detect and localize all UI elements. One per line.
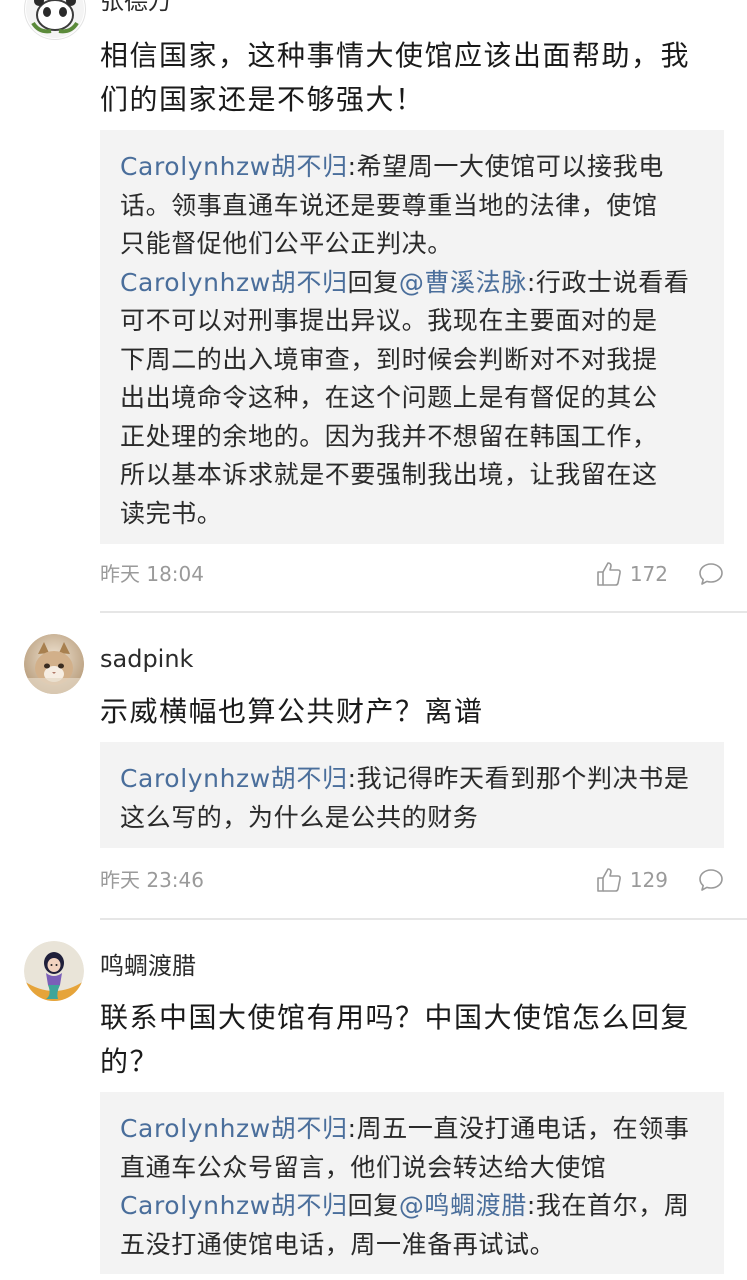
comment-text: 相信国家，这种事情大使馆应该出面帮助，我 们的国家还是不够强大！ xyxy=(100,34,720,122)
reply-prefix: 回复 xyxy=(347,1191,399,1220)
timestamp: 昨天 18:04 xyxy=(100,562,204,586)
reply-line: 正处理的余地的。因为我并不想留在韩国工作， xyxy=(120,421,658,451)
reply-username[interactable]: Carolynhzw胡不归 xyxy=(120,152,348,181)
speech-bubble-icon[interactable] xyxy=(698,867,724,893)
comment-text-line: 相信国家，这种事情大使馆应该出面帮助，我 xyxy=(100,39,691,72)
speech-bubble-icon[interactable] xyxy=(698,561,724,587)
reply-text: :我在首尔，周 xyxy=(526,1191,690,1220)
reply-line: 所以基本诉求就是不要强制我出境，让我留在这 xyxy=(120,460,658,489)
reply-line: 读完书。 xyxy=(120,498,223,528)
thumbs-up-icon xyxy=(597,868,621,892)
reply-line: 这么写的，为什么是公共的财务 xyxy=(120,802,479,832)
reply-line: Carolynhzw胡不归:希望周一大使馆可以接我电 xyxy=(120,148,708,187)
reply-username[interactable]: Carolynhzw胡不归 xyxy=(120,268,348,297)
reply-text: :周五一直没打通电话，在领事 xyxy=(347,1114,690,1143)
reply-line: 话。领事直通车说还是要尊重当地的法律，使馆 xyxy=(120,190,658,220)
reply-line: 五没打通使馆电话，周一准备再试试。 xyxy=(120,1229,556,1259)
divider xyxy=(100,611,747,613)
reply-text: :希望周一大使馆可以接我电 xyxy=(347,152,664,181)
reply-line: 直通车公众号留言，他们说会转达给大使馆 xyxy=(120,1152,607,1182)
reply-line: Carolynhzw胡不归:周五一直没打通电话，在领事 xyxy=(120,1110,708,1149)
comment-text-line: 联系中国大使馆有用吗？中国大使馆怎么回复 xyxy=(100,1001,691,1034)
reply-text: :行政士说看看 xyxy=(526,267,690,297)
avatar[interactable] xyxy=(24,634,84,694)
avatar[interactable] xyxy=(24,941,84,1001)
reply-text: :我记得昨天看到那个判决书是 xyxy=(347,764,690,793)
avatar[interactable] xyxy=(24,0,86,40)
reply-line: 可不可以对刑事提出异议。我现在主要面对的是 xyxy=(120,306,658,335)
divider xyxy=(100,918,747,920)
comment-text-line: 的？ xyxy=(100,1045,160,1078)
timestamp: 昨天 23:46 xyxy=(100,868,204,892)
reply-box[interactable]: Carolynhzw胡不归:我记得昨天看到那个判决书是 这么写的，为什么是公共的… xyxy=(100,742,724,848)
reply-prefix: 回复 xyxy=(347,267,399,297)
comment-meta: 昨天 18:04 172 xyxy=(100,559,724,589)
like-button[interactable]: 129 xyxy=(596,865,668,895)
thumbs-up-icon xyxy=(597,562,621,586)
like-count: 172 xyxy=(629,562,668,586)
reply-username[interactable]: Carolynhzw胡不归 xyxy=(120,764,348,793)
reply-username[interactable]: Carolynhzw胡不归 xyxy=(120,1114,348,1143)
like-count: 129 xyxy=(629,868,668,892)
username[interactable]: sadpink xyxy=(100,644,193,674)
reply-line: Carolynhzw胡不归:我记得昨天看到那个判决书是 xyxy=(120,760,708,799)
reply-line: Carolynhzw胡不归回复@鸣蜩渡腊:我在首尔，周 xyxy=(120,1187,708,1226)
reply-line: Carolynhzw胡不归回复@曹溪法脉:行政士说看看 xyxy=(120,264,708,303)
reply-line: 出出境命令这种，在这个问题上是有督促的其公 xyxy=(120,383,658,412)
avatar-mermaid-image xyxy=(24,941,84,1001)
comment-text-line: 示威横幅也算公共财产？离谱 xyxy=(100,695,484,728)
comment-meta: 昨天 23:46 129 xyxy=(100,865,724,895)
avatar-panda-image xyxy=(26,0,84,38)
reply-mention[interactable]: @曹溪法脉 xyxy=(399,268,527,297)
comment-text: 示威横幅也算公共财产？离谱 xyxy=(100,690,720,734)
reply-mention[interactable]: @鸣蜩渡腊 xyxy=(399,1191,527,1220)
comment-text-line: 们的国家还是不够强大！ xyxy=(100,83,425,116)
username[interactable]: 鸣蜩渡腊 xyxy=(100,951,196,981)
reply-username[interactable]: Carolynhzw胡不归 xyxy=(120,1191,348,1220)
reply-box[interactable]: Carolynhzw胡不归:希望周一大使馆可以接我电 话。领事直通车说还是要尊重… xyxy=(100,130,724,544)
reply-box[interactable]: Carolynhzw胡不归:周五一直没打通电话，在领事 直通车公众号留言，他们说… xyxy=(100,1092,724,1274)
reply-line: 只能督促他们公平公正判决。 xyxy=(120,229,453,258)
like-button[interactable]: 172 xyxy=(596,559,668,589)
reply-line: 下周二的出入境审查，到时候会判断对不对我提 xyxy=(120,344,658,374)
comment-text: 联系中国大使馆有用吗？中国大使馆怎么回复 的？ xyxy=(100,996,720,1084)
avatar-cat-image xyxy=(24,634,84,694)
username[interactable]: 张德万 xyxy=(100,0,172,16)
